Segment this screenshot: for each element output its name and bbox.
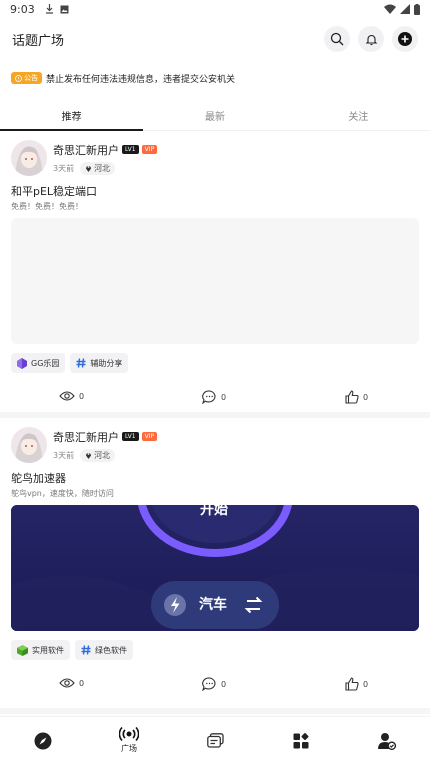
topic-tag-label: 辅助分享 (90, 358, 123, 368)
announcement-badge-label: 公告 (24, 74, 38, 82)
download-icon (45, 4, 53, 14)
location-text: 河北 (94, 450, 111, 460)
post-description: 鸵鸟vpn，速度快，随时访问 (11, 489, 114, 498)
thumbs-up-icon (345, 677, 359, 691)
topic-tag[interactable]: GG乐园 (11, 353, 66, 373)
status-bar: 9:03 (0, 0, 430, 18)
comment-count[interactable]: 0 (202, 390, 226, 404)
cube-icon (17, 644, 28, 656)
nav-apps[interactable] (258, 717, 344, 764)
author-name[interactable]: 奇思汇新用户 (53, 429, 119, 445)
banner-mode-text: 汽车 (199, 597, 227, 613)
post-divider (0, 412, 430, 418)
battery-icon (414, 3, 420, 15)
eye-icon (59, 678, 75, 688)
comment-count-value: 0 (221, 392, 227, 402)
search-icon (330, 32, 344, 46)
signal-icon (400, 4, 410, 14)
view-count[interactable]: 0 (59, 677, 84, 689)
post-media-placeholder[interactable] (11, 218, 419, 344)
add-circle-icon (398, 32, 412, 46)
status-time: 9:03 (10, 2, 35, 16)
page-title: 话题广场 (12, 33, 65, 49)
view-count[interactable]: 0 (59, 390, 84, 402)
avatar-image (11, 140, 47, 176)
comment-count[interactable]: 0 (202, 677, 226, 691)
topic-tag-label: 实用软件 (32, 645, 64, 655)
apps-icon (293, 732, 309, 748)
location-chip: 河北 (80, 161, 116, 175)
banner-start-text: 开始 (200, 505, 228, 518)
feed-tabs: 推荐 最新 关注 (0, 100, 430, 131)
announcement-bar[interactable]: 公告 禁止发布任何违法违规信息，违者提交公安机关 (11, 70, 235, 86)
post-title[interactable]: 和平pEL稳定端口 (11, 183, 97, 199)
like-count[interactable]: 0 (345, 677, 368, 691)
search-button[interactable] (324, 26, 350, 52)
nav-messages[interactable] (172, 717, 258, 764)
announcement-badge: 公告 (11, 72, 42, 84)
level-badge: LV1 (122, 145, 139, 154)
location-chip: 河北 (80, 448, 116, 462)
view-count-value: 0 (79, 391, 85, 401)
post-card[interactable]: 奇思汇新用户 LV1 VIP 3天前 河北 鸵鸟加速器 鸵鸟vpn，速度快，随时… (0, 419, 430, 709)
level-badge: LV1 (122, 432, 139, 441)
location-pin-icon (86, 166, 92, 172)
app-header: 话题广场 (0, 24, 430, 54)
broadcast-icon (119, 727, 139, 741)
post-description: 免费！免费！免费！ (11, 202, 83, 211)
bell-icon (365, 34, 377, 45)
vip-badge: VIP (141, 145, 158, 154)
tab-latest[interactable]: 最新 (143, 100, 286, 130)
location-pin-icon (86, 453, 92, 459)
comment-icon (202, 390, 216, 404)
topic-tag[interactable]: 辅助分享 (70, 353, 129, 373)
tab-following[interactable]: 关注 (287, 100, 430, 130)
nav-discover[interactable] (0, 717, 86, 764)
nav-square-label: 广场 (121, 744, 137, 753)
notification-button[interactable] (358, 26, 384, 52)
gem-icon (17, 357, 27, 369)
view-count-value: 0 (79, 678, 85, 688)
post-time: 3天前 (53, 450, 75, 460)
eye-icon (59, 391, 75, 401)
messages-icon (206, 733, 224, 748)
tab-recommended[interactable]: 推荐 (0, 100, 144, 131)
announcement-text: 禁止发布任何违法违规信息，违者提交公安机关 (46, 74, 236, 85)
like-count-value: 0 (363, 392, 369, 402)
comment-count-value: 0 (221, 679, 227, 689)
avatar-image (11, 427, 47, 463)
nav-profile[interactable] (344, 717, 430, 764)
post-media-banner[interactable]: 开始 汽车 (11, 505, 419, 631)
author-name[interactable]: 奇思汇新用户 (53, 142, 119, 158)
topic-tag[interactable]: 实用软件 (11, 640, 70, 660)
create-post-button[interactable] (392, 26, 418, 52)
compass-icon (34, 732, 52, 749)
post-divider (0, 708, 430, 714)
thumbs-up-icon (345, 390, 359, 404)
comment-icon (202, 677, 216, 691)
avatar[interactable] (11, 427, 47, 463)
like-count-value: 0 (363, 679, 369, 689)
post-time: 3天前 (53, 163, 75, 173)
topic-tag-label: GG乐园 (31, 358, 60, 368)
nav-square[interactable]: 广场 (86, 717, 172, 764)
vip-badge: VIP (141, 432, 158, 441)
info-icon (15, 74, 22, 82)
location-text: 河北 (94, 163, 111, 173)
post-title[interactable]: 鸵鸟加速器 (11, 470, 66, 486)
topic-tag-label: 绿色软件 (95, 645, 127, 655)
like-count[interactable]: 0 (345, 390, 368, 404)
hashtag-icon (81, 645, 91, 655)
post-card[interactable]: 奇思汇新用户 LV1 VIP 3天前 河北 和平pEL稳定端口 免费！免费！免费… (0, 132, 430, 412)
avatar[interactable] (11, 140, 47, 176)
user-icon (378, 732, 396, 750)
bottom-navigation: 广场 (0, 716, 430, 764)
wifi-icon (384, 4, 396, 14)
hashtag-icon (76, 358, 86, 368)
image-icon (60, 5, 69, 13)
topic-tag[interactable]: 绿色软件 (75, 640, 133, 660)
